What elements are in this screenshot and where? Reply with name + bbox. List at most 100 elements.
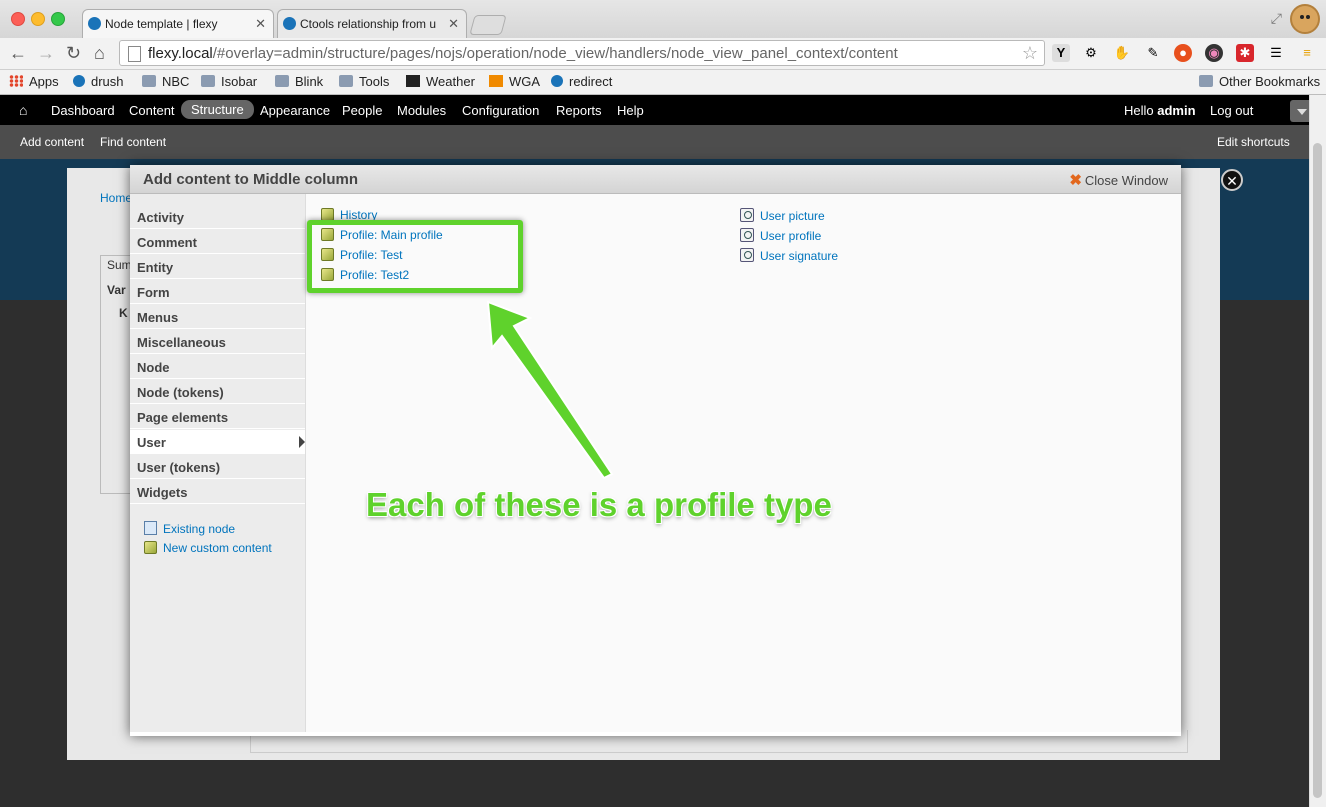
- admin-menu-modules[interactable]: Modules: [397, 103, 446, 118]
- drupal-icon: [73, 75, 85, 87]
- tab-close-icon[interactable]: ✕: [448, 16, 459, 32]
- folder-icon: [275, 75, 289, 87]
- page-scrollbar[interactable]: [1309, 95, 1326, 807]
- address-bar[interactable]: flexy.local/#overlay=admin/structure/pag…: [119, 40, 1045, 66]
- admin-menu-help[interactable]: Help: [617, 103, 644, 118]
- drupal-favicon-icon: [283, 17, 296, 30]
- category-user-tokens[interactable]: User (tokens): [130, 455, 305, 479]
- reload-icon[interactable]: ↻: [66, 43, 81, 63]
- shortcut-find-content[interactable]: Find content: [100, 135, 166, 149]
- user-icon: [740, 248, 754, 262]
- home-icon[interactable]: ⌂: [19, 102, 27, 118]
- admin-menu-content[interactable]: Content: [129, 103, 175, 118]
- edit-shortcuts-link[interactable]: Edit shortcuts: [1217, 135, 1290, 149]
- bookmark-other[interactable]: Other Bookmarks: [1199, 74, 1320, 89]
- user-icon: [740, 228, 754, 242]
- drupal-icon: [551, 75, 563, 87]
- content-block-icon: [144, 541, 157, 554]
- annotation-arrow: [486, 300, 614, 480]
- gear-extension-icon[interactable]: ⚙: [1082, 44, 1100, 62]
- bookmark-star-icon[interactable]: ☆: [1022, 43, 1038, 64]
- browser-tab-ctools[interactable]: Ctools relationship from u ✕: [277, 9, 467, 38]
- bookmark-apps[interactable]: Apps: [9, 74, 59, 89]
- folder-icon: [142, 75, 156, 87]
- breadcrumb-home: Home: [100, 191, 133, 205]
- asterisk-extension-icon[interactable]: ✱: [1236, 44, 1254, 62]
- browser-toolbar: ← → ↻ ⌂ flexy.local/#overlay=admin/struc…: [0, 38, 1326, 70]
- scrollbar-thumb[interactable]: [1313, 143, 1322, 798]
- category-node[interactable]: Node: [130, 355, 305, 379]
- content-item-user-picture[interactable]: User picture: [740, 208, 825, 223]
- fullscreen-icon[interactable]: ⤢: [1271, 10, 1282, 27]
- menu-icon[interactable]: ≡: [1298, 44, 1316, 62]
- category-miscellaneous[interactable]: Miscellaneous: [130, 330, 305, 354]
- content-item-user-signature[interactable]: User signature: [740, 248, 838, 263]
- forward-arrow-icon[interactable]: →: [37, 43, 55, 63]
- category-user[interactable]: User: [130, 430, 305, 454]
- category-node-tokens[interactable]: Node (tokens): [130, 380, 305, 404]
- new-custom-content-link[interactable]: New custom content: [144, 541, 272, 555]
- annotation-text: Each of these is a profile type: [366, 486, 832, 523]
- bookmark-wga[interactable]: WGA: [489, 74, 540, 89]
- admin-menu-configuration[interactable]: Configuration: [462, 103, 539, 118]
- ladder-extension-icon[interactable]: ☰: [1267, 44, 1285, 62]
- tab-close-icon[interactable]: ✕: [255, 16, 266, 32]
- category-form[interactable]: Form: [130, 280, 305, 304]
- url-host: flexy.local: [148, 45, 213, 62]
- category-entity[interactable]: Entity: [130, 255, 305, 279]
- browser-tab-node-template[interactable]: Node template | flexy ✕: [82, 9, 274, 38]
- stop-hand-extension-icon[interactable]: ✋: [1113, 44, 1131, 62]
- admin-menu-appearance[interactable]: Appearance: [260, 103, 330, 118]
- bookmark-drush[interactable]: drush: [73, 74, 124, 89]
- bookmark-isobar[interactable]: Isobar: [201, 74, 257, 89]
- modal-body: Activity Comment Entity Form Menus Misce…: [130, 194, 1181, 736]
- user-greeting: Hello admin: [1124, 103, 1196, 118]
- admin-menu-dashboard[interactable]: Dashboard: [51, 103, 115, 118]
- username[interactable]: admin: [1157, 103, 1195, 118]
- back-arrow-icon[interactable]: ←: [9, 43, 27, 63]
- weather-underground-icon: [406, 75, 420, 87]
- shortcut-bar: Add content Find content Edit shortcuts: [0, 125, 1326, 159]
- category-widgets[interactable]: Widgets: [130, 480, 305, 504]
- background-text-fragment: Sum: [107, 258, 132, 272]
- new-tab-button[interactable]: [469, 15, 507, 35]
- overlay-close-icon[interactable]: ✕: [1221, 169, 1243, 191]
- color-wheel-extension-icon[interactable]: ◉: [1205, 44, 1223, 62]
- node-icon: [144, 521, 157, 535]
- category-activity[interactable]: Activity: [130, 205, 305, 229]
- bookmark-tools[interactable]: Tools: [339, 74, 389, 89]
- close-window-button[interactable]: [11, 12, 25, 26]
- tab-title: Node template | flexy: [105, 17, 218, 31]
- modal-title: Add content to Middle column: [143, 171, 358, 188]
- folder-icon: [201, 75, 215, 87]
- zoom-window-button[interactable]: [51, 12, 65, 26]
- stumble-extension-icon[interactable]: ●: [1174, 44, 1192, 62]
- existing-node-link[interactable]: Existing node: [144, 521, 235, 536]
- content-item-user-profile[interactable]: User profile: [740, 228, 821, 243]
- category-comment[interactable]: Comment: [130, 230, 305, 254]
- category-menus[interactable]: Menus: [130, 305, 305, 329]
- shortcut-add-content[interactable]: Add content: [20, 135, 84, 149]
- minimize-window-button[interactable]: [31, 12, 45, 26]
- admin-menu-structure[interactable]: Structure: [181, 100, 254, 119]
- category-page-elements[interactable]: Page elements: [130, 405, 305, 429]
- user-icon: [740, 208, 754, 222]
- bookmark-nbc[interactable]: NBC: [142, 74, 189, 89]
- logout-link[interactable]: Log out: [1210, 103, 1253, 118]
- home-icon[interactable]: ⌂: [94, 43, 105, 63]
- apps-grid-icon: [9, 75, 23, 87]
- eyedropper-extension-icon[interactable]: ✎: [1144, 44, 1162, 62]
- bookmark-redirect[interactable]: redirect: [551, 74, 612, 89]
- admin-menu-people[interactable]: People: [342, 103, 382, 118]
- add-content-modal: Add content to Middle column ✖ Close Wind…: [130, 165, 1181, 736]
- bookmark-weather[interactable]: Weather: [406, 74, 475, 89]
- modal-header: Add content to Middle column ✖ Close Wind…: [130, 165, 1181, 194]
- admin-menu-reports[interactable]: Reports: [556, 103, 602, 118]
- y-extension-icon[interactable]: Y: [1052, 44, 1070, 62]
- bookmarks-bar: Apps drush NBC Isobar Blink Tools Weathe…: [0, 70, 1326, 95]
- close-window-link[interactable]: ✖ Close Window: [1069, 171, 1168, 189]
- bookmark-blink[interactable]: Blink: [275, 74, 323, 89]
- admin-menu-bar: ⌂ Dashboard Content Structure Appearance…: [0, 95, 1326, 125]
- annotation-highlight-box: [307, 220, 523, 293]
- profile-avatar[interactable]: [1290, 4, 1320, 34]
